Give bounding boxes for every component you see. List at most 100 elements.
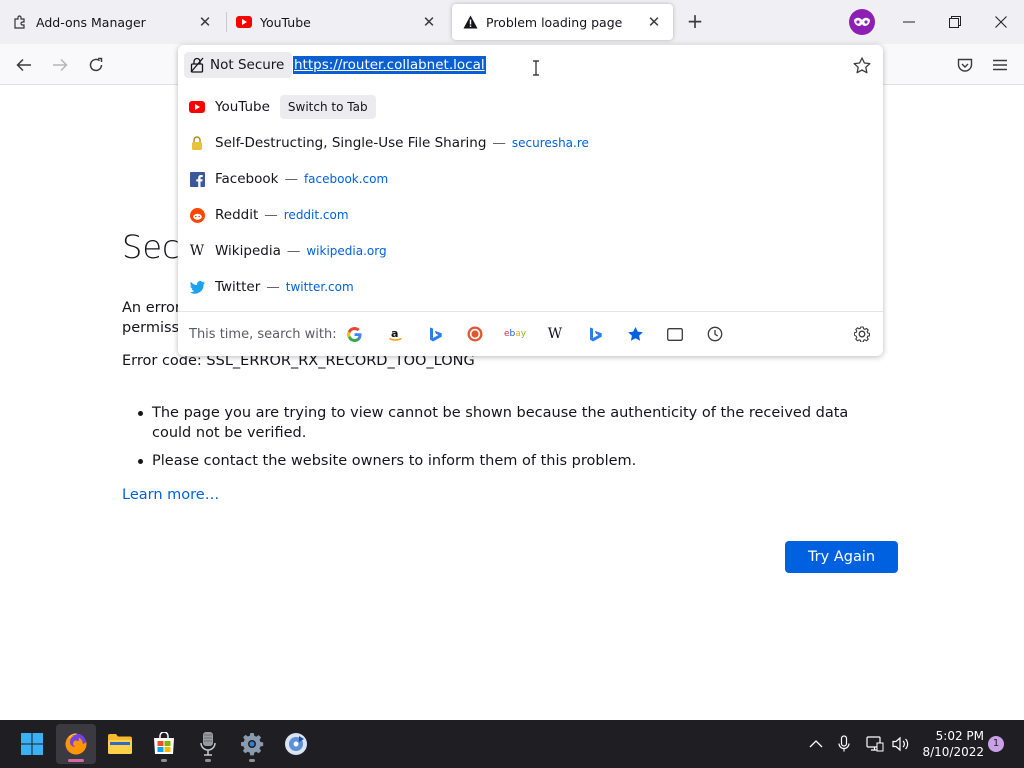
ebay-icon[interactable]: ebay	[504, 324, 526, 344]
separator-dash: —	[264, 207, 278, 223]
tab-problem-loading-page[interactable]: Problem loading page ✕	[452, 4, 673, 40]
suggestion-url: reddit.com	[283, 208, 349, 222]
bookmark-star-icon[interactable]	[852, 55, 872, 75]
settings-icon[interactable]	[232, 724, 272, 764]
active-indicator	[68, 759, 84, 762]
learn-more-link[interactable]: Learn more…	[122, 487, 219, 503]
pocket-icon[interactable]	[955, 55, 975, 75]
search-with-label: This time, search with:	[189, 327, 337, 342]
separator-dash: —	[492, 135, 506, 151]
file-explorer-icon[interactable]	[100, 724, 140, 764]
try-again-button[interactable]: Try Again	[785, 541, 898, 573]
running-indicator	[249, 759, 255, 762]
clock-date: 8/10/2022	[922, 745, 984, 759]
minimize-button[interactable]	[895, 8, 923, 36]
suggestion-twitter[interactable]: Twitter — twitter.com	[178, 269, 883, 305]
insecure-lock-icon	[190, 57, 204, 73]
suggestion-youtube[interactable]: YouTube Switch to Tab	[178, 89, 883, 125]
reddit-icon	[189, 207, 205, 223]
suggestion-title: Reddit	[215, 207, 259, 223]
error-reasons-list: The page you are trying to view cannot b…	[138, 403, 882, 479]
google-icon[interactable]	[344, 324, 364, 344]
suggestion-facebook[interactable]: Facebook — facebook.com	[178, 161, 883, 197]
youtube-icon	[189, 99, 205, 115]
running-indicator	[205, 759, 211, 762]
volume-icon[interactable]	[890, 732, 912, 756]
clock-time: 5:02 PM	[935, 729, 984, 743]
puzzle-icon	[12, 14, 28, 30]
close-tab-icon[interactable]: ✕	[645, 13, 663, 31]
microphone-icon[interactable]	[834, 732, 854, 756]
svg-text:a: a	[391, 327, 398, 340]
bookmarks-icon[interactable]	[625, 324, 645, 344]
history-icon[interactable]	[705, 324, 725, 344]
firefox-icon[interactable]	[56, 724, 96, 764]
amazon-icon[interactable]: a	[385, 324, 405, 344]
tab-strip: Add-ons Manager ✕ YouTube ✕ Problem load…	[0, 0, 1024, 44]
forward-button[interactable]	[46, 52, 74, 78]
private-browsing-icon	[849, 9, 875, 35]
search-settings-gear-icon[interactable]	[852, 324, 872, 344]
suggestion-url: securesha.re	[511, 136, 589, 150]
site-identity-button[interactable]: Not Secure	[184, 52, 293, 78]
youtube-icon	[236, 14, 252, 30]
back-button[interactable]	[10, 52, 38, 78]
list-item: Please contact the website owners to inf…	[138, 451, 882, 471]
tab-title: YouTube	[260, 14, 311, 30]
facebook-icon	[189, 171, 205, 187]
separator-dash: —	[286, 243, 301, 259]
switch-to-tab-button[interactable]: Switch to Tab	[279, 95, 376, 119]
tab-addons-manager[interactable]: Add-ons Manager ✕	[2, 4, 224, 40]
media-player-icon[interactable]	[276, 724, 316, 764]
text-cursor-icon	[532, 60, 540, 76]
urlbar-dropdown: Not Secure https://router.collabnet.loca…	[178, 45, 883, 356]
notification-badge[interactable]: 1	[988, 736, 1004, 752]
divider	[178, 311, 883, 312]
close-window-button[interactable]	[987, 8, 1015, 36]
suggestion-title: Wikipedia	[215, 243, 281, 259]
suggestion-wikipedia[interactable]: W Wikipedia — wikipedia.org	[178, 233, 883, 269]
bing-icon[interactable]	[585, 324, 605, 344]
not-secure-label: Not Secure	[210, 57, 285, 73]
windows-start-icon[interactable]	[12, 724, 52, 764]
running-indicator	[161, 759, 167, 762]
system-clock[interactable]: 5:02 PM 8/10/2022	[914, 728, 984, 760]
suggestion-title: Facebook	[215, 171, 279, 187]
microphone-app-icon[interactable]	[188, 724, 228, 764]
network-icon[interactable]	[864, 732, 886, 756]
suggestion-reddit[interactable]: Reddit — reddit.com	[178, 197, 883, 233]
lock-icon	[189, 135, 205, 151]
suggestion-url: twitter.com	[285, 280, 354, 294]
suggestion-securesha[interactable]: Self-Destructing, Single-Use File Sharin…	[178, 125, 883, 161]
tabs-icon[interactable]	[665, 324, 685, 344]
reload-button[interactable]	[82, 52, 110, 78]
close-tab-icon[interactable]: ✕	[196, 13, 214, 31]
search-engine-shortcuts: This time, search with: a ebay W	[178, 315, 883, 353]
suggestion-title: Twitter	[215, 279, 261, 295]
microsoft-store-icon[interactable]	[144, 724, 184, 764]
tab-youtube[interactable]: YouTube ✕	[226, 4, 448, 40]
tab-title: Add-ons Manager	[36, 14, 146, 30]
chevron-up-icon[interactable]	[806, 732, 826, 756]
duckduckgo-icon[interactable]	[465, 324, 485, 344]
tab-title: Problem loading page	[486, 14, 623, 30]
suggestion-url: facebook.com	[303, 172, 389, 186]
warning-icon	[462, 14, 478, 30]
twitter-icon	[189, 279, 205, 295]
suggestion-url: wikipedia.org	[306, 244, 387, 258]
suggestion-title: YouTube	[215, 99, 270, 115]
urlbar[interactable]: Not Secure https://router.collabnet.loca…	[178, 45, 883, 85]
wikipedia-icon: W	[189, 243, 205, 259]
suggestion-title: Self-Destructing, Single-Use File Sharin…	[215, 135, 487, 151]
separator-dash: —	[284, 171, 298, 187]
taskbar: 5:02 PM 8/10/2022	[0, 720, 1024, 768]
hamburger-menu-icon[interactable]	[990, 55, 1010, 75]
restore-button[interactable]	[941, 8, 969, 36]
separator-dash: —	[266, 279, 280, 295]
new-tab-button[interactable]: +	[684, 10, 706, 32]
list-item: The page you are trying to view cannot b…	[138, 403, 882, 443]
bing-icon[interactable]	[425, 324, 445, 344]
url-input[interactable]: https://router.collabnet.local	[293, 56, 486, 74]
wikipedia-icon[interactable]: W	[545, 324, 565, 344]
close-tab-icon[interactable]: ✕	[420, 13, 438, 31]
